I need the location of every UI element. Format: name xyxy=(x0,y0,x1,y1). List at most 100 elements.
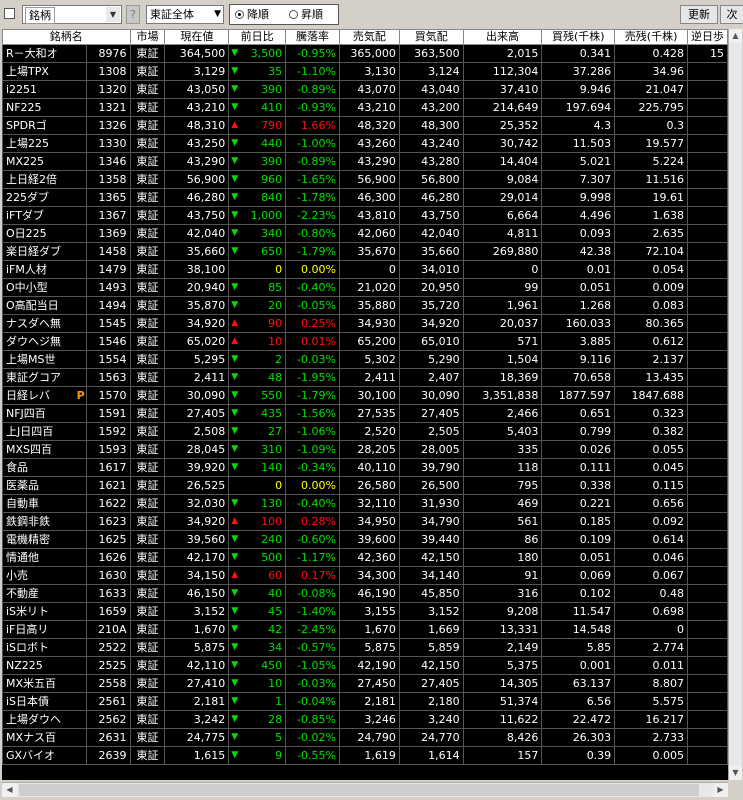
table-row[interactable]: iFM人材 1479 東証 38,100 0 0.00% 0 34,010 0 0.01 0.054 xyxy=(2,260,728,279)
col-header-rate[interactable]: 騰落率 xyxy=(285,29,340,45)
row-name: 日経レバ P xyxy=(2,386,87,405)
col-header-price[interactable]: 現在値 xyxy=(164,29,230,45)
table-row[interactable]: 上場MS世 1554 東証 5,295 ▼ 2 -0.03% 5,302 5,290 1,504 9… xyxy=(2,350,728,369)
help-button[interactable]: ? xyxy=(126,5,140,24)
row-code: 2522 xyxy=(85,638,131,657)
scroll-up-icon[interactable]: ▲ xyxy=(729,29,742,43)
row-name-text: GXバイオ xyxy=(6,749,56,762)
table-row[interactable]: 上日経2倍 1358 東証 56,900 ▼ 960 -1.65% 56,900 56,800 9… xyxy=(2,170,728,189)
table-row[interactable]: O高配当日 1494 東証 35,870 ▼ 20 -0.05% 35,880 35,720 1,… xyxy=(2,296,728,315)
no-change-indicator xyxy=(228,260,247,279)
row-name-text: R－大和オ xyxy=(6,47,58,60)
table-row[interactable]: 楽日経ダブ 1458 東証 35,660 ▼ 650 -1.79% 35,670 35,660 2… xyxy=(2,242,728,261)
row-price: 32,030 xyxy=(164,494,230,513)
row-rate: -0.05% xyxy=(285,296,340,315)
row-volume: 99 xyxy=(462,278,543,297)
table-row[interactable]: 上場TPX 1308 東証 3,129 ▼ 35 -1.10% 3,130 3,124 112,3… xyxy=(2,62,728,81)
radio-unselected-icon xyxy=(289,10,298,19)
table-row[interactable]: O中小型 1493 東証 20,940 ▼ 85 -0.40% 21,020 20,950 99 0… xyxy=(2,278,728,297)
table-row[interactable]: 自動車 1622 東証 32,030 ▼ 130 -0.40% 32,110 31,930 469… xyxy=(2,494,728,513)
horizontal-scrollbar[interactable]: ◀ ▶ xyxy=(2,782,728,797)
table-row[interactable]: iF日高リ 210A 東証 1,670 ▼ 42 -2.45% 1,670 1,669 13,33… xyxy=(2,620,728,639)
table-row[interactable]: iS米リト 1659 東証 3,152 ▼ 45 -1.40% 3,155 3,152 9,208… xyxy=(2,602,728,621)
row-buy-remaining: 9.116 xyxy=(541,350,616,369)
row-sell-remaining: 5.575 xyxy=(614,692,688,711)
row-gyakuhibu xyxy=(686,656,728,675)
row-volume: 8,426 xyxy=(462,728,543,747)
row-code: 210A xyxy=(85,620,131,639)
table-row[interactable]: 情通他 1626 東証 42,170 ▼ 500 -1.17% 42,360 42,150 180… xyxy=(2,548,728,567)
sort-desc-radio[interactable]: 降順 xyxy=(235,5,269,24)
sort-asc-radio[interactable]: 昇順 xyxy=(289,5,323,24)
row-code: 1626 xyxy=(85,548,131,567)
table-row[interactable]: iFTダブ 1367 東証 43,750 ▼ 1,000 -2.23% 43,810 43,75… xyxy=(2,206,728,225)
col-header-volume[interactable]: 出来高 xyxy=(462,29,543,45)
table-row[interactable]: 東証グコア 1563 東証 2,411 ▼ 48 -1.95% 2,411 2,407 18,36… xyxy=(2,368,728,387)
table-row[interactable]: NZ225 2525 東証 42,110 ▼ 450 -1.05% 42,190 42,150 5… xyxy=(2,656,728,675)
scroll-right-icon[interactable]: ▶ xyxy=(713,783,728,797)
triangle-down-icon: ▼ xyxy=(228,458,247,477)
table-row[interactable]: 上場225 1330 東証 43,250 ▼ 440 -1.00% 43,260 43,240 3… xyxy=(2,134,728,153)
table-row[interactable]: MXナス百 2631 東証 24,775 ▼ 5 -0.02% 24,790 24,770 8,4… xyxy=(2,728,728,747)
table-row[interactable]: GXバイオ 2639 東証 1,615 ▼ 9 -0.55% 1,619 1,614 157 0.3… xyxy=(2,746,728,765)
row-gyakuhibu xyxy=(686,332,728,351)
row-rate: -0.55% xyxy=(285,746,340,765)
table-row[interactable]: MXS四百 1593 東証 28,045 ▼ 310 -1.09% 28,205 28,005 3… xyxy=(2,440,728,459)
table-row[interactable]: R－大和オ 8976 東証 364,500 ▼ 3,500 -0.95% 365,000 363… xyxy=(2,44,728,63)
table-row[interactable]: 鉄鋼非鉄 1623 東証 34,920 ▲ 100 0.28% 34,950 34,790 561… xyxy=(2,512,728,531)
row-ask: 39,600 xyxy=(338,530,400,549)
row-rate: -1.79% xyxy=(285,242,340,261)
row-rate: 0.25% xyxy=(285,314,340,333)
row-volume: 2,466 xyxy=(462,404,543,423)
row-bid: 27,405 xyxy=(398,404,464,423)
col-header-change[interactable]: 前日比 xyxy=(228,29,287,45)
col-header-ask[interactable]: 売気配 xyxy=(338,29,400,45)
scroll-down-icon[interactable]: ▼ xyxy=(729,766,742,780)
table-row[interactable]: 小売 1630 東証 34,150 ▲ 60 0.17% 34,300 34,140 91 0.06… xyxy=(2,566,728,585)
sort-desc-label: 降順 xyxy=(247,8,269,21)
table-row[interactable]: O日225 1369 東証 42,040 ▼ 340 -0.80% 42,060 42,040 4… xyxy=(2,224,728,243)
table-row[interactable]: NF225 1321 東証 43,210 ▼ 410 -0.93% 43,210 43,200 2… xyxy=(2,98,728,117)
table-row[interactable]: 食品 1617 東証 39,920 ▼ 140 -0.34% 40,110 39,790 118 0… xyxy=(2,458,728,477)
chevron-down-icon[interactable]: ▼ xyxy=(214,6,221,23)
row-name-text: O中小型 xyxy=(6,281,48,294)
row-ask: 34,950 xyxy=(338,512,400,531)
row-ask: 30,100 xyxy=(338,386,400,405)
table-row[interactable]: iS日本債 2561 東証 2,181 ▼ 1 -0.04% 2,181 2,180 51,374… xyxy=(2,692,728,711)
row-bid: 27,405 xyxy=(398,674,464,693)
table-row[interactable]: MX米五百 2558 東証 27,410 ▼ 10 -0.03% 27,450 27,405 14… xyxy=(2,674,728,693)
table-row[interactable]: 上場ダウヘ 2562 東証 3,242 ▼ 28 -0.85% 3,246 3,240 11,62… xyxy=(2,710,728,729)
table-row[interactable]: 医薬品 1621 東証 26,525 0 0.00% 26,580 26,500 795 0.33… xyxy=(2,476,728,495)
next-button[interactable]: 次 xyxy=(720,5,743,24)
row-name-text: 上場225 xyxy=(6,137,49,150)
table-row[interactable]: i2251 1320 東証 43,050 ▼ 390 -0.89% 43,070 43,040 3… xyxy=(2,80,728,99)
table-row[interactable]: 不動産 1633 東証 46,150 ▼ 40 -0.08% 46,190 45,850 316 0… xyxy=(2,584,728,603)
col-header-name[interactable]: 銘柄名 xyxy=(2,29,131,45)
vertical-scrollbar[interactable]: ▲ ▼ xyxy=(728,29,742,780)
table-row[interactable]: ダウヘジ無 1546 東証 65,020 ▲ 10 0.01% 65,200 65,010 571… xyxy=(2,332,728,351)
horizontal-scroll-thumb[interactable] xyxy=(19,784,699,796)
select-all-checkbox[interactable] xyxy=(4,8,15,19)
table-row[interactable]: NFJ四百 1591 東証 27,405 ▼ 435 -1.56% 27,535 27,405 2… xyxy=(2,404,728,423)
table-row[interactable]: 上J日四百 1592 東証 2,508 ▼ 27 -1.06% 2,520 2,505 5,403… xyxy=(2,422,728,441)
scroll-left-icon[interactable]: ◀ xyxy=(2,783,17,797)
row-name: iS日本債 xyxy=(2,692,87,711)
chevron-down-icon[interactable]: ▼ xyxy=(106,7,120,22)
col-header-gyakuhibu[interactable]: 逆日歩 xyxy=(686,29,728,45)
row-market: 東証 xyxy=(129,638,166,657)
market-select[interactable]: 東証全体 ▼ xyxy=(146,5,224,24)
col-header-market[interactable]: 市場 xyxy=(129,29,166,45)
symbol-search-combo[interactable]: 銘柄 ▼ xyxy=(22,5,122,24)
refresh-button[interactable]: 更新 xyxy=(680,5,718,24)
col-header-bid[interactable]: 買気配 xyxy=(398,29,464,45)
table-row[interactable]: iSロボト 2522 東証 5,875 ▼ 34 -0.57% 5,875 5,859 2,149… xyxy=(2,638,728,657)
table-row[interactable]: 電機精密 1625 東証 39,560 ▼ 240 -0.60% 39,600 39,440 86… xyxy=(2,530,728,549)
row-buy-remaining: 0.109 xyxy=(541,530,616,549)
table-row[interactable]: SPDRゴ 1326 東証 48,310 ▲ 790 1.66% 48,320 48,300 25… xyxy=(2,116,728,135)
table-row[interactable]: MX225 1346 東証 43,290 ▼ 390 -0.89% 43,290 43,280 1… xyxy=(2,152,728,171)
col-header-buy-remaining[interactable]: 買残(千株) xyxy=(541,29,616,45)
table-row[interactable]: 日経レバ P 1570 東証 30,090 ▼ 550 -1.79% 30,100 30,090 3… xyxy=(2,386,728,405)
col-header-sell-remaining[interactable]: 売残(千株) xyxy=(614,29,688,45)
table-row[interactable]: ナスダへ無 1545 東証 34,920 ▲ 90 0.25% 34,930 34,920 20,… xyxy=(2,314,728,333)
table-row[interactable]: 225ダブ 1365 東証 46,280 ▼ 840 -1.78% 46,300 46,280 2… xyxy=(2,188,728,207)
